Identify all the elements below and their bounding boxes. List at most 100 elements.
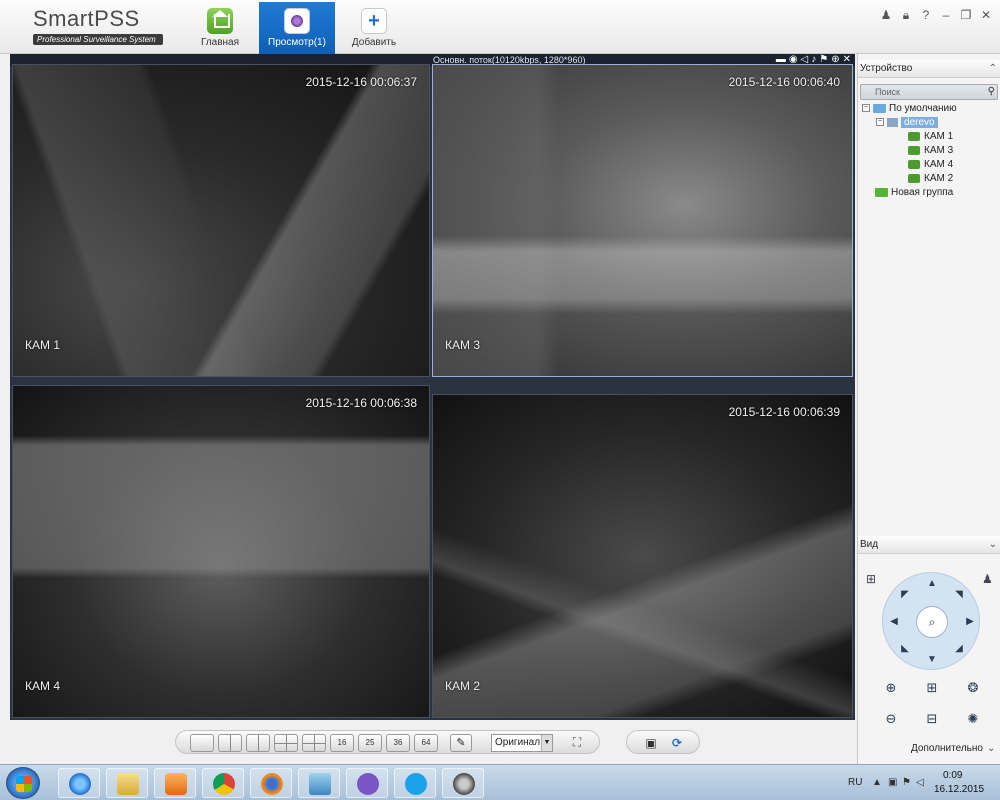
refresh-button[interactable]: ⟳ — [669, 735, 685, 751]
tray-arrow-icon[interactable]: ▲ — [872, 777, 882, 788]
camera-timestamp: 2015-12-16 00:06:37 — [305, 75, 417, 89]
fullscreen-button[interactable]: ⛶ — [568, 735, 586, 751]
camera-tile-2[interactable]: 2015-12-16 00:06:39 КАМ 2 — [432, 394, 853, 718]
tab-home[interactable]: Главная — [182, 2, 258, 54]
camera-icon — [908, 173, 920, 183]
camera-tile-3[interactable]: 2015-12-16 00:06:40 КАМ 3 — [432, 64, 853, 377]
viber-icon — [357, 773, 379, 795]
person-icon[interactable]: ♟ — [982, 572, 993, 586]
search-icon[interactable]: ⚲ — [988, 85, 995, 99]
layout-36-button[interactable]: 36 — [386, 734, 410, 752]
layout-3-button[interactable] — [246, 734, 270, 752]
taskbar-network[interactable] — [298, 768, 340, 798]
right-panel: Устройство ⌃ Поиск ⚲ − По умолчанию − dere… — [857, 54, 1000, 764]
logo-subtitle: Professional Surveillance System — [33, 34, 163, 45]
tree-group-default[interactable]: − По умолчанию — [862, 102, 957, 116]
ptz-down-icon[interactable]: ▼ — [926, 654, 938, 666]
security-icon[interactable]: ⚑ — [902, 777, 911, 788]
tree-label: КАМ 2 — [924, 173, 954, 184]
ptz-left-icon[interactable]: ◀ — [888, 616, 900, 628]
chevron-down-icon[interactable]: ⌄ — [987, 743, 995, 754]
ptz-up-right-icon[interactable]: ◥ — [953, 589, 965, 601]
user-icon[interactable]: ♟ — [880, 8, 892, 23]
ptz-up-left-icon[interactable]: ◤ — [899, 589, 911, 601]
taskbar: RU ▲ ▣ ⚑ ◁ 0:09 16.12.2015 — [0, 764, 1000, 800]
tree-camera-4[interactable]: КАМ 4 — [908, 158, 953, 172]
camera-tile-4[interactable]: 2015-12-16 00:06:38 КАМ 4 — [12, 385, 430, 718]
volume-icon[interactable]: ◁ — [916, 777, 924, 788]
ptz-right-icon[interactable]: ▶ — [964, 616, 976, 628]
taskbar-explorer[interactable] — [106, 768, 148, 798]
camera-label: КАМ 2 — [445, 679, 480, 693]
taskbar-chrome[interactable] — [202, 768, 244, 798]
iris-open-icon[interactable]: ❂ — [965, 680, 981, 696]
clock-date[interactable]: 16.12.2015 — [934, 784, 984, 795]
camera-icon — [908, 145, 920, 155]
camera-label: КАМ 4 — [25, 679, 60, 693]
network-status-icon[interactable]: ▣ — [888, 777, 897, 788]
focus-far-icon[interactable]: ⊟ — [924, 711, 940, 727]
minimize-icon[interactable]: – — [940, 8, 952, 23]
firefox-icon — [261, 773, 283, 795]
collapse-icon[interactable]: − — [876, 118, 884, 127]
language-indicator[interactable]: RU — [848, 777, 862, 788]
ptz-down-left-icon[interactable]: ◣ — [899, 643, 911, 655]
start-button[interactable] — [6, 767, 40, 799]
more-options-link[interactable]: Дополнительно — [911, 743, 983, 754]
ptz-down-right-icon[interactable]: ◢ — [953, 643, 965, 655]
collapse-icon[interactable]: − — [862, 104, 870, 113]
taskbar-media[interactable] — [154, 768, 196, 798]
layout-25-button[interactable]: 25 — [358, 734, 382, 752]
device-search-input[interactable]: Поиск ⚲ — [860, 84, 998, 100]
custom-layout-button[interactable]: ✎ — [450, 734, 472, 752]
taskbar-viber[interactable] — [346, 768, 388, 798]
save-view-button[interactable]: ▣ — [643, 735, 659, 751]
layout-4-button[interactable] — [274, 734, 298, 752]
device-panel-header[interactable]: Устройство ⌃ — [858, 60, 1000, 78]
tree-camera-2[interactable]: КАМ 2 — [908, 172, 953, 186]
tree-group-new[interactable]: Новая группа — [872, 186, 953, 200]
tree-device-derevo[interactable]: − derevo — [876, 116, 938, 130]
smartpss-icon — [453, 773, 475, 795]
taskbar-ie[interactable] — [58, 768, 100, 798]
view-panel-header[interactable]: Вид ⌄ — [858, 536, 1000, 554]
tab-add-label: Добавить — [351, 37, 397, 48]
layout-16-button[interactable]: 16 — [330, 734, 354, 752]
internet-explorer-icon — [69, 773, 91, 795]
preset-icon[interactable]: ⊞ — [866, 572, 876, 586]
help-icon[interactable]: ? — [920, 8, 932, 23]
layout-1-button[interactable] — [190, 734, 214, 752]
zoom-in-icon[interactable]: ⊕ — [883, 680, 899, 696]
app-logo: SmartPSS Professional Surveillance Syste… — [33, 6, 163, 45]
iris-close-icon[interactable]: ✺ — [965, 711, 981, 727]
ptz-center-zoom-button[interactable]: ⌕ — [916, 606, 948, 638]
media-player-icon — [165, 773, 187, 795]
stream-ratio-select[interactable]: Оригинал ▼ — [491, 734, 553, 752]
layout-64-button[interactable]: 64 — [414, 734, 438, 752]
logo-title: SmartPSS — [33, 6, 140, 31]
tree-camera-3[interactable]: КАМ 3 — [908, 144, 953, 158]
windows-logo-icon — [16, 776, 32, 792]
chevron-down-icon: ▼ — [541, 735, 552, 751]
focus-near-icon[interactable]: ⊞ — [924, 680, 940, 696]
stream-ratio-value: Оригинал — [495, 737, 541, 748]
lock-icon[interactable]: 🔒︎ — [900, 8, 912, 23]
ptz-up-icon[interactable]: ▲ — [926, 578, 938, 590]
tree-camera-1[interactable]: КАМ 1 — [908, 130, 953, 144]
clock-time[interactable]: 0:09 — [943, 770, 962, 781]
tab-add[interactable]: + Добавить — [336, 2, 412, 54]
taskbar-firefox[interactable] — [250, 768, 292, 798]
system-tray: RU ▲ ▣ ⚑ ◁ 0:09 16.12.2015 — [840, 765, 1000, 800]
tab-live-view[interactable]: Просмотр(1) — [259, 2, 335, 54]
close-icon[interactable]: ✕ — [980, 8, 992, 23]
restore-icon[interactable]: ❐ — [960, 8, 972, 23]
layout-9-button[interactable] — [302, 734, 326, 752]
camera-icon — [908, 131, 920, 141]
folder-icon — [873, 103, 886, 113]
taskbar-smartpss[interactable] — [442, 768, 484, 798]
taskbar-skype[interactable] — [394, 768, 436, 798]
layout-2-button[interactable] — [218, 734, 242, 752]
zoom-out-icon[interactable]: ⊖ — [883, 711, 899, 727]
camera-timestamp: 2015-12-16 00:06:40 — [728, 75, 840, 89]
camera-tile-1[interactable]: 2015-12-16 00:06:37 КАМ 1 — [12, 64, 430, 377]
